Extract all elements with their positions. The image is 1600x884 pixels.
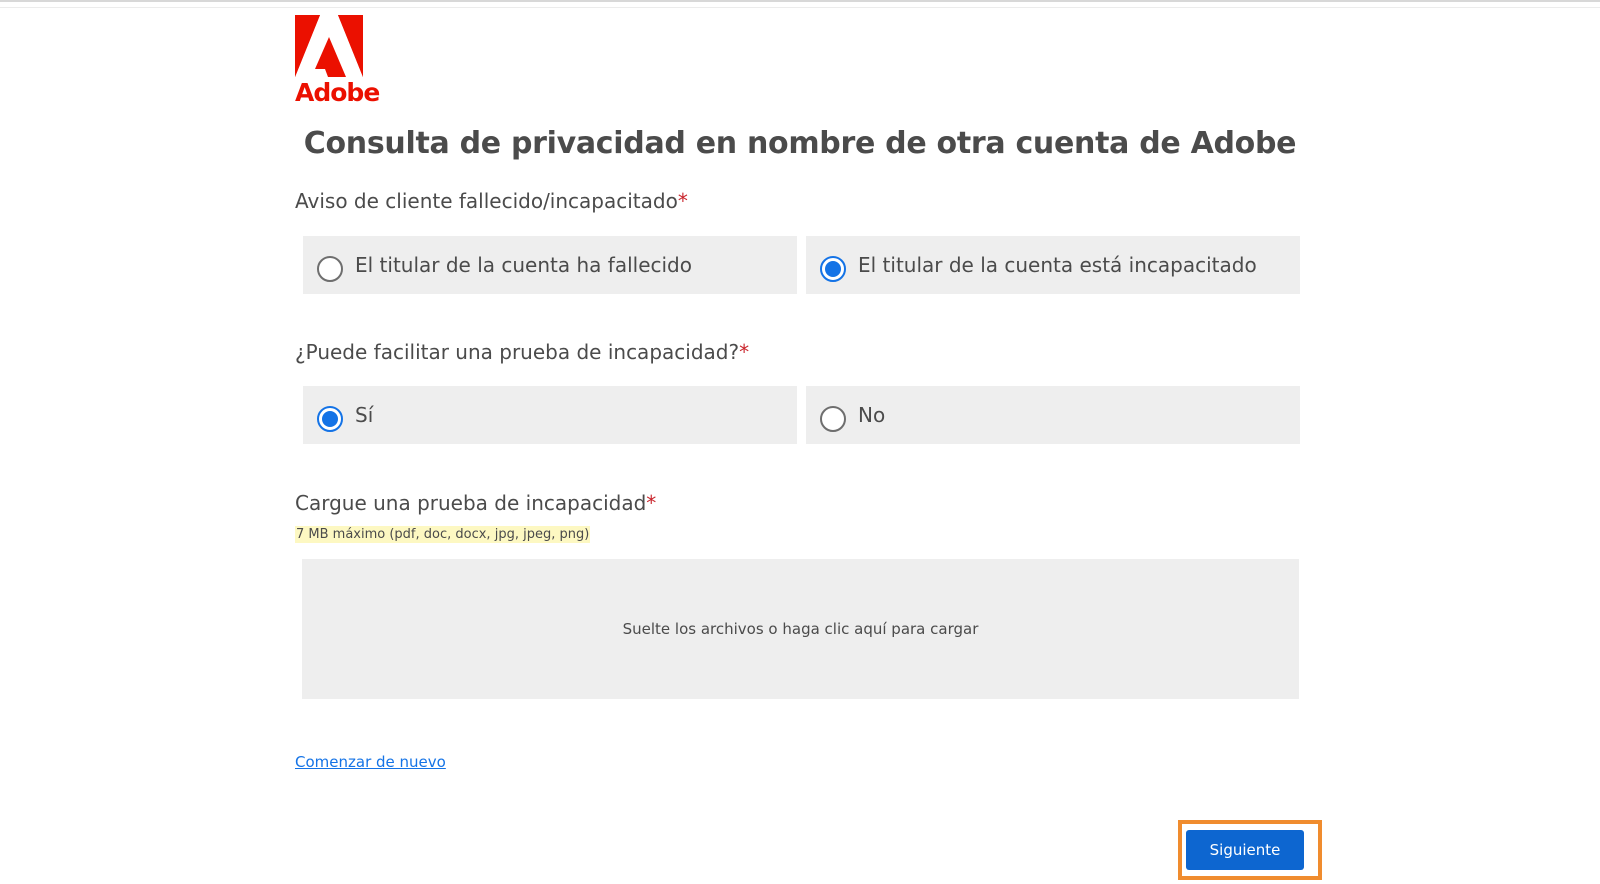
- option-account-holder-incapacitated[interactable]: El titular de la cuenta está incapacitad…: [806, 236, 1300, 294]
- next-button[interactable]: Siguiente: [1186, 830, 1304, 870]
- restart-link[interactable]: Comenzar de nuevo: [295, 753, 446, 771]
- option-yes[interactable]: Sí: [303, 386, 797, 444]
- question-label: Aviso de cliente fallecido/incapacitado: [295, 189, 678, 213]
- option-label: Sí: [355, 403, 374, 427]
- question-label: ¿Puede facilitar una prueba de incapacid…: [295, 340, 740, 364]
- upload-label: Cargue una prueba de incapacidad*: [295, 491, 656, 515]
- adobe-logo-icon: [295, 15, 363, 77]
- required-asterisk: *: [739, 340, 750, 364]
- option-label: El titular de la cuenta ha fallecido: [355, 253, 692, 277]
- upload-size-hint: 7 MB máximo (pdf, doc, docx, jpg, jpeg, …: [295, 526, 591, 543]
- option-account-holder-deceased[interactable]: El titular de la cuenta ha fallecido: [303, 236, 797, 294]
- option-label: El titular de la cuenta está incapacitad…: [858, 253, 1257, 277]
- upload-label-text: Cargue una prueba de incapacidad: [295, 491, 647, 515]
- window-top-border: [0, 0, 1600, 8]
- radio-button-unchecked[interactable]: [317, 256, 343, 282]
- file-dropzone[interactable]: Suelte los archivos o haga clic aquí par…: [302, 559, 1299, 699]
- adobe-logo: Adobe: [295, 15, 380, 107]
- page-title: Consulta de privacidad en nombre de otra…: [303, 126, 1297, 161]
- required-asterisk: *: [646, 491, 657, 515]
- adobe-wordmark: Adobe: [295, 78, 380, 107]
- required-asterisk: *: [677, 189, 688, 213]
- radio-button-checked[interactable]: [820, 256, 846, 282]
- radio-button-checked[interactable]: [317, 406, 343, 432]
- option-no[interactable]: No: [806, 386, 1300, 444]
- question-deceased-incapacitated: Aviso de cliente fallecido/incapacitado*: [295, 189, 688, 213]
- radio-button-unchecked[interactable]: [820, 406, 846, 432]
- question-proof-of-incapacity: ¿Puede facilitar una prueba de incapacid…: [295, 340, 749, 364]
- option-label: No: [858, 403, 886, 427]
- dropzone-instructions: Suelte los archivos o haga clic aquí par…: [622, 620, 979, 638]
